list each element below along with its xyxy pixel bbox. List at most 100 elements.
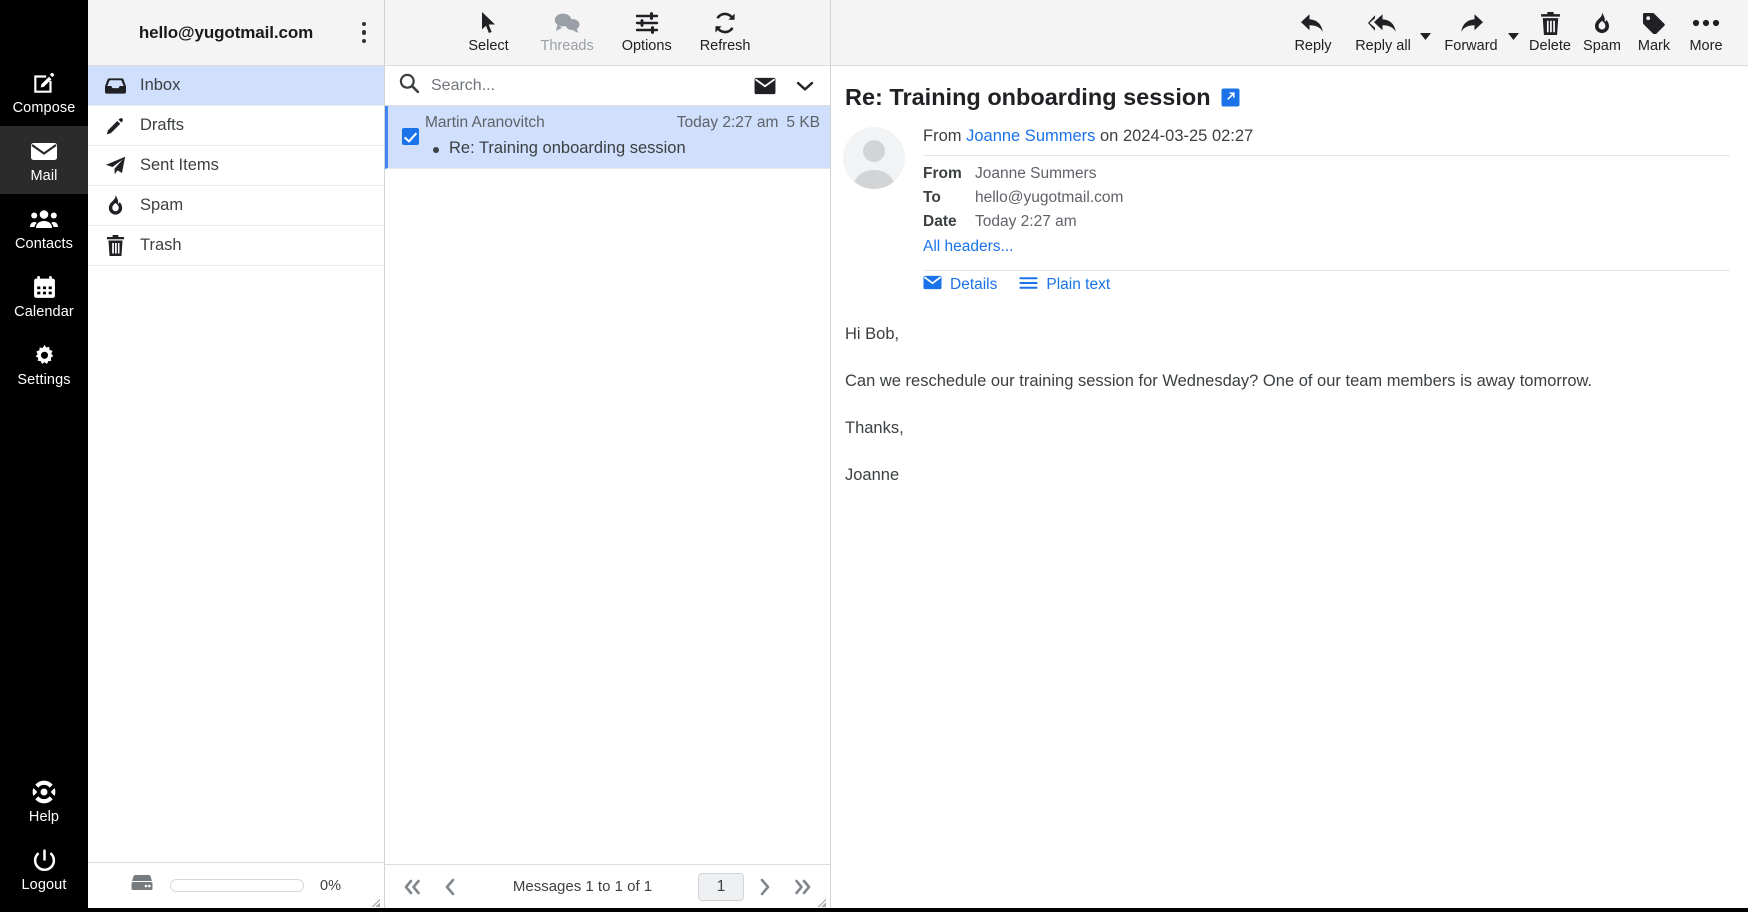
rail-label-calendar: Calendar — [14, 304, 74, 321]
table-row[interactable]: Martin Aranovitch Today 2:27 am 5 KB Re:… — [385, 106, 830, 169]
rail-item-calendar[interactable]: Calendar — [0, 262, 88, 330]
rail-item-logout[interactable]: Logout — [0, 835, 88, 908]
all-headers-link[interactable]: All headers... — [923, 234, 1730, 260]
open-in-new-icon[interactable] — [1221, 88, 1240, 107]
reply-button[interactable]: Reply — [1280, 10, 1346, 55]
rail-item-compose[interactable]: Compose — [0, 58, 88, 126]
rail-label-mail: Mail — [31, 168, 58, 185]
kebab-menu-icon[interactable] — [350, 13, 378, 53]
message-list-pane: Select Threads — [385, 0, 831, 908]
folder-item-inbox[interactable]: Inbox — [88, 66, 384, 106]
people-icon — [30, 205, 58, 233]
gear-icon — [32, 341, 57, 369]
chevron-right-icon[interactable] — [748, 871, 782, 903]
pagination-info: Messages 1 to 1 of 1 — [471, 878, 694, 895]
reply-group: Reply — [1280, 10, 1346, 55]
rail-label-compose: Compose — [13, 100, 76, 117]
refresh-button[interactable]: Refresh — [700, 10, 751, 55]
reply-all-icon — [1368, 10, 1398, 36]
delete-button[interactable]: Delete — [1526, 10, 1574, 55]
rail-label-settings: Settings — [17, 372, 70, 389]
header-row-from: From Joanne Summers — [923, 162, 1730, 186]
search-scope-envelope-icon[interactable] — [748, 77, 782, 95]
summary-from-label: From — [923, 127, 962, 145]
speech-bubbles-icon — [554, 10, 580, 36]
message-header-block: From Joanne Summers on 2024-03-25 02:27 … — [843, 127, 1730, 295]
summary-sender-link[interactable]: Joanne Summers — [966, 127, 1095, 145]
ellipsis-icon — [1692, 10, 1720, 36]
message-view: Re: Training onboarding session — [831, 66, 1748, 908]
calendar-icon — [32, 273, 57, 301]
folder-item-trash[interactable]: Trash — [88, 226, 384, 266]
message-summary-line: From Joanne Summers on 2024-03-25 02:27 — [923, 127, 1730, 155]
header-key-date: Date — [923, 210, 975, 234]
list-resize-grip-icon[interactable] — [815, 894, 826, 905]
message-body-line-3: Thanks, — [845, 417, 1730, 439]
more-button[interactable]: More — [1682, 10, 1730, 55]
rail-item-help[interactable]: Help — [0, 767, 88, 835]
plain-text-toggle[interactable]: Plain text — [1019, 276, 1110, 295]
trash-icon — [104, 235, 126, 256]
threads-label: Threads — [541, 38, 594, 55]
row-meta: Martin Aranovitch Today 2:27 am 5 KB — [425, 114, 820, 132]
chevron-left-icon[interactable] — [433, 871, 467, 903]
page-number-input[interactable]: 1 — [698, 873, 744, 901]
primary-nav-rail: Compose Mail C — [0, 0, 88, 908]
chevron-down-icon[interactable] — [794, 80, 822, 92]
tag-icon — [1642, 10, 1666, 36]
search-icon — [399, 73, 419, 98]
double-chevron-left-icon[interactable] — [395, 871, 429, 903]
row-date: Today 2:27 am — [677, 114, 779, 132]
pagination-bar: Messages 1 to 1 of 1 1 — [385, 864, 830, 908]
resize-grip-icon[interactable] — [369, 894, 380, 905]
pencil-icon — [104, 116, 126, 136]
header-value-to[interactable]: hello@yugotmail.com — [975, 186, 1123, 210]
forward-dropdown-caret-icon[interactable] — [1504, 11, 1522, 55]
compose-icon — [31, 69, 57, 97]
header-value-from[interactable]: Joanne Summers — [975, 162, 1096, 186]
mark-button[interactable]: Mark — [1630, 10, 1678, 55]
reply-all-button[interactable]: Reply all — [1350, 10, 1416, 55]
folder-item-spam[interactable]: Spam — [88, 186, 384, 226]
forward-button[interactable]: Forward — [1438, 10, 1504, 55]
select-button[interactable]: Select — [465, 10, 513, 55]
folder-list: Inbox Drafts Sent Items — [88, 66, 384, 862]
message-header-table: From Joanne Summers To hello@yugotmail.c… — [923, 155, 1730, 260]
search-input[interactable] — [431, 77, 736, 95]
rail-item-mail[interactable]: Mail — [0, 126, 88, 194]
power-icon — [32, 846, 57, 874]
reply-all-label: Reply all — [1355, 38, 1411, 55]
select-label: Select — [468, 38, 508, 55]
message-actions-toolbar: Reply Reply all — [831, 0, 1748, 66]
flame-icon — [104, 195, 126, 216]
plain-text-label: Plain text — [1046, 276, 1110, 294]
folder-item-sent[interactable]: Sent Items — [88, 146, 384, 186]
reply-label: Reply — [1294, 38, 1331, 55]
account-header: hello@yugotmail.com — [88, 0, 384, 66]
refresh-icon — [713, 10, 737, 36]
header-row-date: Date Today 2:27 am — [923, 210, 1730, 234]
disk-icon — [130, 874, 154, 897]
rail-item-settings[interactable]: Settings — [0, 330, 88, 398]
reply-all-dropdown-caret-icon[interactable] — [1416, 11, 1434, 55]
reading-pane: Reply Reply all — [831, 0, 1748, 908]
flame-icon — [1592, 10, 1612, 36]
rail-item-contacts[interactable]: Contacts — [0, 194, 88, 262]
summary-on-label: on — [1100, 127, 1118, 145]
options-button[interactable]: Options — [622, 10, 672, 55]
threads-button[interactable]: Threads — [541, 10, 594, 55]
row-checkbox[interactable] — [402, 128, 419, 145]
rail-label-help: Help — [29, 809, 59, 826]
account-email: hello@yugotmail.com — [102, 23, 350, 43]
quota-percent-label: 0% — [320, 878, 341, 894]
folder-item-drafts[interactable]: Drafts — [88, 106, 384, 146]
spam-button[interactable]: Spam — [1578, 10, 1626, 55]
default-avatar-icon — [843, 127, 905, 189]
avatar — [843, 127, 905, 189]
refresh-label: Refresh — [700, 38, 751, 55]
message-list-toolbar: Select Threads — [385, 0, 830, 66]
details-toggle[interactable]: Details — [923, 275, 997, 295]
message-body-line-2: Can we reschedule our training session f… — [845, 370, 1730, 392]
lifebuoy-icon — [31, 778, 57, 806]
sliders-icon — [635, 10, 659, 36]
